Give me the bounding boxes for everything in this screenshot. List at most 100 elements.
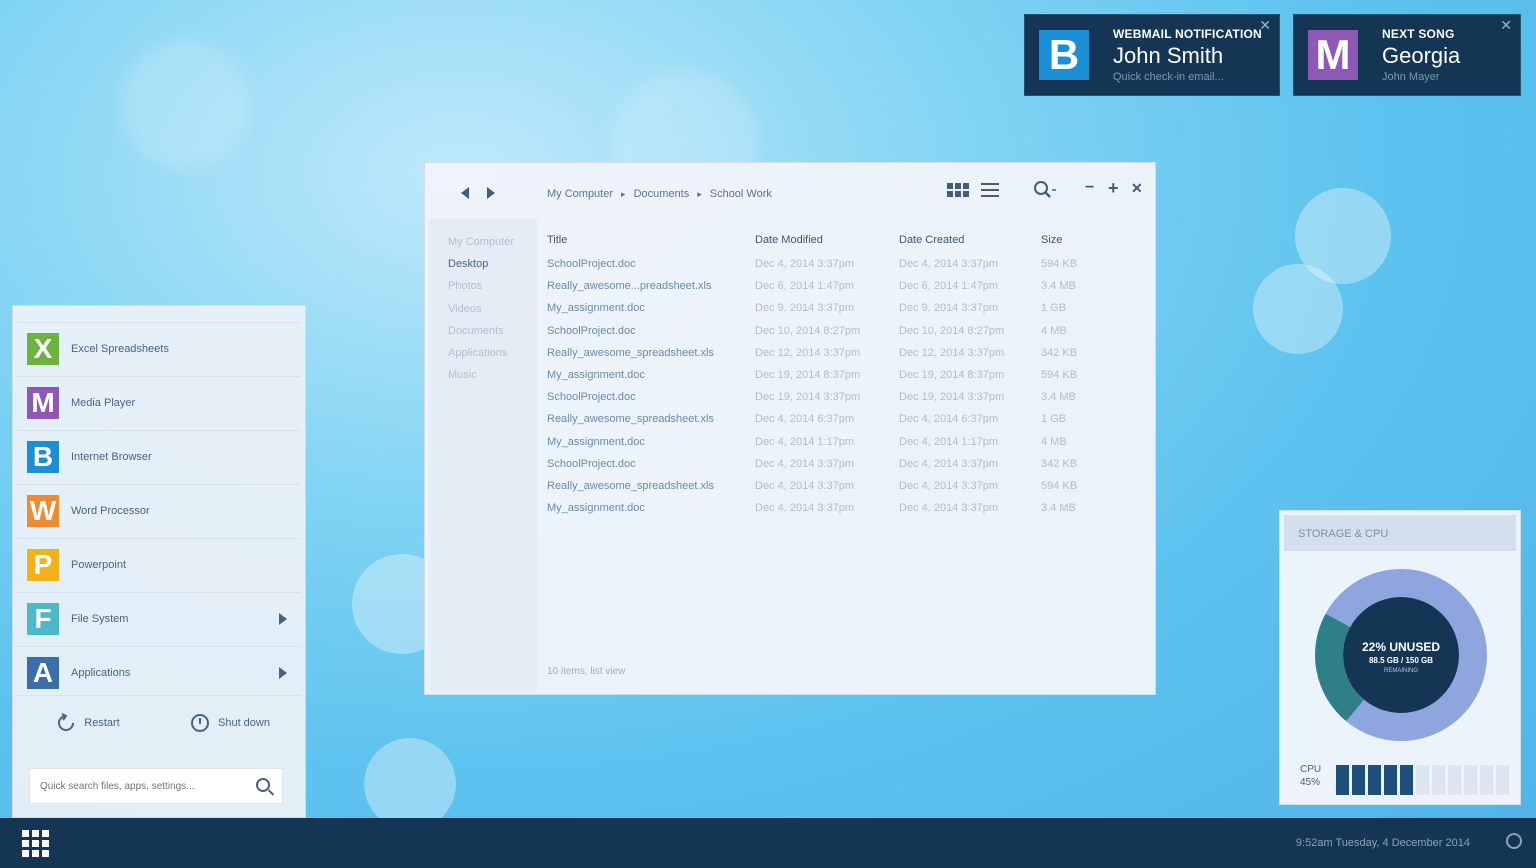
file-name[interactable]: Really_awesome...preadsheet.xls [547, 280, 711, 292]
file-size: 594 KB [1041, 369, 1078, 381]
file-name[interactable]: My_assignment.doc [547, 436, 645, 448]
widget-title: STORAGE & CPU [1284, 515, 1516, 551]
cpu-bar [1368, 765, 1381, 795]
file-date-created: Dec 19, 2014 3:37pm [899, 391, 1005, 404]
sidebar-item-applications[interactable]: Applications [448, 347, 507, 359]
sidebar-item-my-computer[interactable]: My Computer [448, 236, 514, 248]
sidebar-item-videos[interactable]: Videos [448, 303, 481, 315]
cpu-bar [1480, 765, 1493, 795]
app-item-word-processor[interactable]: W Word Processor [17, 484, 301, 536]
breadcrumb-item[interactable]: School Work [710, 188, 772, 201]
window-toolbar: My Computer ▸ Documents ▸ School Work − … [425, 163, 1155, 219]
sidebar-item-documents[interactable]: Documents [448, 325, 504, 337]
file-name[interactable]: My_assignment.doc [547, 502, 645, 514]
app-label: Excel Spreadsheets [71, 342, 169, 355]
file-name[interactable]: My_assignment.doc [547, 369, 645, 381]
file-date-modified: Dec 4, 2014 6:37pm [755, 413, 855, 426]
app-item-powerpoint[interactable]: P Powerpoint [17, 538, 301, 590]
file-date-modified: Dec 19, 2014 3:37pm [755, 391, 861, 404]
storage-donut-chart: 22% UNUSED 88.5 GB / 150 GB REMAINING [1315, 569, 1487, 741]
file-size: 342 KB [1041, 457, 1078, 470]
file-date-created: Dec 4, 2014 3:37pm [899, 480, 999, 492]
app-letter-icon: W [27, 494, 59, 527]
app-item-media-player[interactable]: M Media Player [17, 376, 301, 428]
sidebar-item-desktop[interactable]: Desktop [448, 258, 488, 270]
start-menu: X Excel Spreadsheets M Media Player B Interne… [12, 305, 306, 818]
file-date-created: Dec 4, 2014 6:37pm [899, 413, 999, 426]
column-header-size[interactable]: Size [1041, 234, 1062, 246]
app-label: Applications [71, 666, 131, 679]
close-icon[interactable]: ✕ [1259, 17, 1271, 34]
file-size: 4 MB [1041, 324, 1067, 337]
notification-title: John Smith [1113, 43, 1224, 68]
app-item-applications[interactable]: A Applications [17, 646, 301, 698]
breadcrumb-item[interactable]: My Computer [547, 188, 613, 201]
app-item-internet-browser[interactable]: B Internet Browser [17, 430, 301, 482]
sidebar-item-photos[interactable]: Photos [448, 280, 482, 292]
column-header-date-modified[interactable]: Date Modified [755, 234, 823, 246]
file-date-modified: Dec 4, 2014 3:37pm [755, 258, 855, 270]
list-view-icon[interactable] [981, 183, 999, 197]
start-grid-icon[interactable] [22, 830, 49, 857]
app-label: Internet Browser [71, 450, 152, 463]
sidebar-item-music[interactable]: Music [448, 369, 477, 381]
file-name[interactable]: My_assignment.doc [547, 302, 645, 314]
file-name[interactable]: SchoolProject.doc [547, 258, 636, 270]
file-size: 3.4 MB [1041, 391, 1076, 404]
file-date-created: Dec 12, 2014 3:37pm [899, 346, 1005, 359]
cpu-label: CPU 45% [1300, 763, 1321, 789]
app-letter-icon: P [27, 548, 59, 581]
file-date-created: Dec 4, 2014 3:37pm [899, 502, 999, 515]
restart-icon [58, 712, 75, 731]
app-label: Word Processor [71, 504, 150, 517]
app-letter-icon: F [27, 602, 59, 635]
notification-settings-icon[interactable] [1506, 833, 1522, 849]
grid-view-icon[interactable] [947, 183, 971, 197]
minimize-button[interactable]: − [1085, 179, 1094, 197]
explorer-sidebar: My Computer Desktop Photos Videos Docume… [429, 219, 537, 690]
back-arrow-icon[interactable] [461, 187, 469, 199]
file-date-created: Dec 9, 2014 3:37pm [899, 302, 999, 315]
quick-search-input[interactable] [40, 780, 240, 792]
next-song-notification[interactable]: M NEXT SONG Georgia John Mayer ✕ [1293, 14, 1521, 96]
file-name[interactable]: Really_awesome_spreadsheet.xls [547, 347, 714, 359]
file-size: 1 GB [1041, 302, 1067, 315]
taskbar-clock: 9:52am Tuesday, 4 December 2014 [1295, 837, 1470, 849]
cpu-bar [1432, 765, 1445, 795]
search-icon[interactable] [1033, 180, 1057, 200]
column-header-title[interactable]: Title [547, 234, 567, 246]
file-date-modified: Dec 9, 2014 3:37pm [755, 302, 855, 315]
app-item-excel-spreadsheets[interactable]: X Excel Spreadsheets [17, 322, 301, 374]
breadcrumb-item[interactable]: Documents [634, 188, 690, 201]
cpu-bar [1352, 765, 1365, 795]
forward-arrow-icon[interactable] [487, 187, 495, 199]
file-name[interactable]: Really_awesome_spreadsheet.xls [547, 480, 714, 492]
webmail-notification[interactable]: B WEBMAIL NOTIFICATION John Smith Quick … [1024, 14, 1280, 96]
file-date-modified: Dec 4, 2014 3:37pm [755, 480, 855, 492]
file-date-created: Dec 6, 2014 1:47pm [899, 280, 999, 293]
file-name[interactable]: SchoolProject.doc [547, 325, 636, 337]
shutdown-button[interactable]: Shut down [159, 696, 301, 749]
close-icon[interactable]: ✕ [1500, 17, 1512, 34]
file-size: 3.4 MB [1041, 502, 1076, 515]
shutdown-label: Shut down [218, 716, 270, 729]
maximize-button[interactable]: + [1108, 178, 1119, 199]
app-item-file-system[interactable]: F File System [17, 592, 301, 644]
file-name[interactable]: Really_awesome_spreadsheet.xls [547, 413, 714, 425]
column-header-date-created[interactable]: Date Created [899, 234, 964, 246]
app-letter-icon: X [27, 332, 59, 365]
cpu-bar [1336, 765, 1349, 795]
file-date-modified: Dec 4, 2014 1:17pm [755, 435, 855, 448]
restart-button[interactable]: Restart [17, 696, 159, 749]
chevron-right-icon [279, 612, 287, 625]
close-button[interactable]: ✕ [1131, 180, 1143, 197]
file-name[interactable]: SchoolProject.doc [547, 391, 636, 403]
search-icon[interactable] [256, 778, 270, 792]
cpu-meter [1336, 765, 1509, 795]
breadcrumb-separator: ▸ [621, 189, 626, 199]
file-date-created: Dec 10, 2014 8:27pm [899, 324, 1005, 337]
file-name[interactable]: SchoolProject.doc [547, 458, 636, 470]
power-options: Restart Shut down [17, 695, 301, 749]
file-date-modified: Dec 19, 2014 8:37pm [755, 369, 861, 381]
file-date-created: Dec 19, 2014 8:37pm [899, 369, 1005, 381]
